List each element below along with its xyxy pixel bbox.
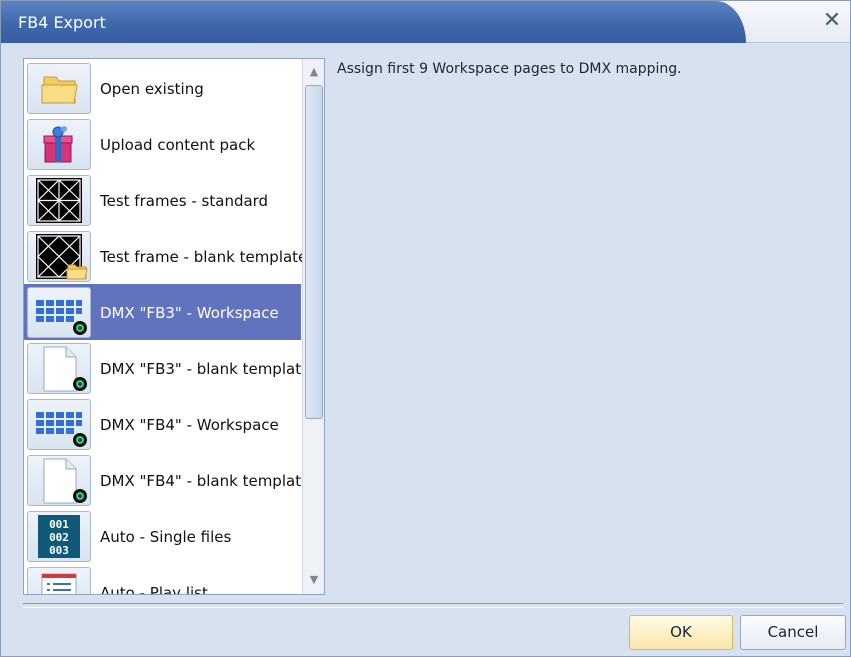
title-bar: FB4 Export ✕ bbox=[1, 1, 850, 43]
ok-button[interactable]: OK bbox=[629, 615, 733, 650]
numbered-files-icon: 001 002 003 bbox=[27, 511, 91, 562]
scroll-thumb[interactable] bbox=[305, 85, 323, 419]
item-label: Auto - Play list bbox=[100, 584, 208, 595]
item-label: Upload content pack bbox=[100, 136, 256, 154]
item-label: DMX "FB3" - blank template bbox=[100, 360, 311, 378]
item-description: Assign first 9 Workspace pages to DMX ma… bbox=[337, 61, 682, 77]
folder-icon bbox=[27, 63, 91, 114]
list-item-dmx-fb3-blank-template[interactable]: DMX "FB3" - blank template bbox=[24, 340, 310, 396]
fb4-export-dialog: FB4 Export ✕ Open existing Upload conten… bbox=[0, 0, 851, 657]
dmx-blank-page-icon bbox=[27, 343, 91, 394]
list-item-test-frames-standard[interactable]: Test frames - standard bbox=[24, 172, 301, 228]
item-label: Test frame - blank template bbox=[100, 248, 308, 266]
item-label: Test frames - standard bbox=[100, 192, 269, 210]
separator bbox=[23, 603, 843, 608]
list-item-dmx-fb4-blank-template[interactable]: DMX "FB4" - blank template bbox=[24, 452, 310, 508]
list-item-open-existing[interactable]: Open existing bbox=[24, 60, 301, 116]
list-item-upload-content-pack[interactable]: Upload content pack bbox=[24, 116, 301, 172]
list-item-test-frame-blank-template[interactable]: Test frame - blank template bbox=[24, 228, 307, 284]
list-item-auto-single-files[interactable]: 001 002 003 Auto - Single files bbox=[24, 508, 301, 564]
list-item-dmx-fb4-workspace[interactable]: DMX "FB4" - Workspace bbox=[24, 396, 301, 452]
dmx-blank-page-icon bbox=[27, 455, 91, 506]
dmx-workspace-icon bbox=[27, 399, 91, 450]
item-label: Open existing bbox=[100, 80, 204, 98]
close-icon[interactable]: ✕ bbox=[817, 7, 847, 35]
test-frame-folder-icon bbox=[27, 231, 91, 282]
export-type-list[interactable]: Open existing Upload content pack Test f… bbox=[23, 58, 325, 595]
list-item-dmx-fb3-workspace[interactable]: DMX "FB3" - Workspace bbox=[24, 284, 301, 340]
dmx-workspace-icon bbox=[27, 287, 91, 338]
list-item-auto-play-list[interactable]: Auto - Play list bbox=[24, 564, 301, 595]
title-tab: FB4 Export bbox=[1, 1, 746, 43]
counter-001: 001 bbox=[49, 518, 69, 531]
playlist-icon bbox=[27, 567, 91, 594]
item-label: Auto - Single files bbox=[100, 528, 232, 546]
list-scrollbar[interactable]: ▲ ▼ bbox=[302, 59, 324, 594]
counter-002: 002 bbox=[49, 531, 69, 544]
scroll-up-icon[interactable]: ▲ bbox=[303, 61, 324, 83]
item-label: DMX "FB3" - Workspace bbox=[100, 304, 279, 322]
test-frame-icon bbox=[27, 175, 91, 226]
counter-003: 003 bbox=[49, 544, 69, 557]
cancel-button[interactable]: Cancel bbox=[740, 615, 846, 650]
item-label: DMX "FB4" - Workspace bbox=[100, 416, 279, 434]
scroll-down-icon[interactable]: ▼ bbox=[303, 569, 324, 591]
item-label: DMX "FB4" - blank template bbox=[100, 472, 311, 490]
gift-box-icon bbox=[27, 119, 91, 170]
window-title: FB4 Export bbox=[18, 13, 106, 32]
